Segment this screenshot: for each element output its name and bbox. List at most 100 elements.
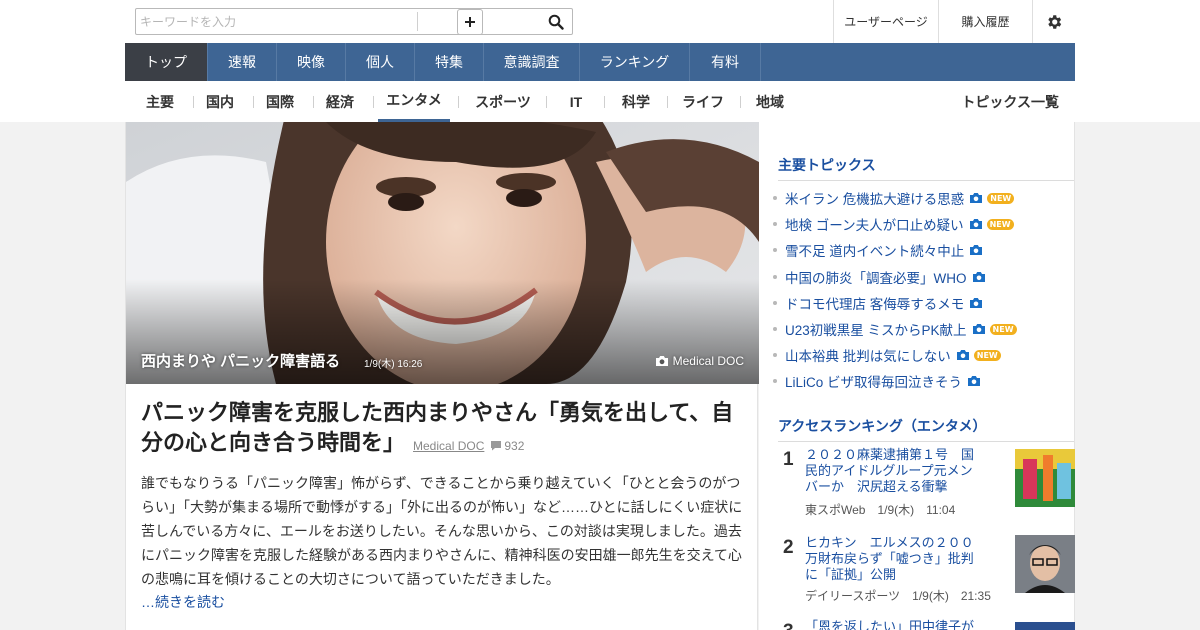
camera-icon bbox=[972, 271, 986, 283]
topic-item[interactable]: 雪不足 道内イベント続々中止 bbox=[773, 237, 1073, 263]
bullet-icon bbox=[773, 274, 777, 279]
category-it[interactable]: IT bbox=[556, 81, 596, 122]
category-international[interactable]: 国際 bbox=[262, 81, 298, 122]
camera-icon bbox=[956, 349, 970, 361]
camera-icon bbox=[969, 297, 983, 309]
category-divider bbox=[604, 96, 605, 108]
header-links: ユーザーページ 購入履歴 bbox=[833, 0, 1075, 43]
topic-label[interactable]: U23初戦黒星 ミスからPK献上 bbox=[785, 319, 967, 339]
purchase-history-link[interactable]: 購入履歴 bbox=[938, 0, 1032, 43]
hero-source: Medical DOC bbox=[655, 354, 744, 368]
category-divider bbox=[740, 96, 741, 108]
nav-breaking[interactable]: 速報 bbox=[208, 43, 277, 81]
topic-item[interactable]: U23初戦黒星 ミスからPK献上 NEW bbox=[773, 316, 1073, 342]
gear-icon bbox=[1048, 14, 1062, 29]
category-divider bbox=[313, 96, 314, 108]
bullet-icon bbox=[773, 248, 777, 253]
camera-icon bbox=[969, 244, 983, 256]
ranking-item[interactable]: 3 「恩を返したい」田中律子が難婚 bbox=[783, 619, 1075, 630]
search-icon bbox=[548, 14, 564, 30]
camera-icon bbox=[969, 192, 983, 204]
topic-item[interactable]: LiLiCo ビザ取得毎回泣きそう bbox=[773, 368, 1073, 394]
topic-label[interactable]: LiLiCo ビザ取得毎回泣きそう bbox=[785, 371, 962, 391]
nav-feature[interactable]: 特集 bbox=[415, 43, 484, 81]
bullet-icon bbox=[773, 222, 777, 227]
nav-top[interactable]: トップ bbox=[125, 43, 208, 81]
nav-ranking[interactable]: ランキング bbox=[580, 43, 690, 81]
bullet-icon bbox=[773, 300, 777, 305]
topics-list-link[interactable]: トピックス一覧 bbox=[961, 81, 1059, 122]
rank-number: 3 bbox=[783, 621, 794, 630]
category-divider bbox=[458, 96, 459, 108]
bullet-icon bbox=[773, 353, 777, 358]
category-major[interactable]: 主要 bbox=[142, 81, 178, 122]
ranking-heading[interactable]: アクセスランキング（エンタメ） bbox=[778, 416, 1074, 442]
nav-paid[interactable]: 有料 bbox=[690, 43, 761, 81]
category-sports[interactable]: スポーツ bbox=[468, 81, 538, 122]
topics-list: 米イラン 危機拡大避ける思惑 NEW 地検 ゴーン夫人が口止め疑い NEW 雪不… bbox=[773, 185, 1073, 395]
new-badge: NEW bbox=[987, 192, 1015, 204]
read-more-link[interactable]: …続きを読む bbox=[141, 592, 746, 612]
search-input[interactable] bbox=[140, 12, 416, 32]
camera-icon bbox=[967, 375, 981, 387]
sidebar: 主要トピックス 米イラン 危機拡大避ける思惑 NEW 地検 ゴーン夫人が口止め疑… bbox=[759, 122, 1075, 630]
category-life[interactable]: ライフ bbox=[677, 81, 729, 122]
topic-item[interactable]: ドコモ代理店 客侮辱するメモ bbox=[773, 290, 1073, 316]
category-divider bbox=[667, 96, 668, 108]
topic-label[interactable]: 地検 ゴーン夫人が口止め疑い bbox=[785, 214, 964, 234]
ranking-thumbnail[interactable] bbox=[1015, 535, 1075, 593]
ranking-thumbnail[interactable] bbox=[1015, 621, 1075, 630]
add-button[interactable] bbox=[457, 9, 483, 35]
comment-icon bbox=[491, 441, 502, 451]
article-source[interactable]: Medical DOC bbox=[413, 439, 484, 453]
nav-survey[interactable]: 意識調査 bbox=[484, 43, 580, 81]
plus-icon bbox=[465, 17, 475, 27]
camera-icon bbox=[969, 218, 983, 230]
topic-label[interactable]: 雪不足 道内イベント続々中止 bbox=[785, 240, 964, 260]
ranking-title[interactable]: ヒカキン エルメスの２００万財布戻らず「嘘つき」批判に「証拠」公開 bbox=[805, 535, 985, 583]
hero-source-label: Medical DOC bbox=[672, 354, 744, 368]
camera-icon bbox=[655, 356, 668, 366]
hero-image-link[interactable]: 西内まりや パニック障害語る 1/9(木) 16:26 Medical DOC bbox=[126, 122, 759, 384]
category-nav: 主要 国内 国際 経済 エンタメ スポーツ IT 科学 ライフ 地域 トピックス… bbox=[125, 81, 1075, 122]
ranking-meta: 東スポWeb 1/9(木) 11:04 bbox=[805, 503, 956, 517]
camera-icon bbox=[972, 323, 986, 335]
category-domestic[interactable]: 国内 bbox=[202, 81, 238, 122]
nav-video[interactable]: 映像 bbox=[277, 43, 346, 81]
comment-count[interactable]: 932 bbox=[490, 439, 524, 453]
new-badge: NEW bbox=[989, 323, 1017, 335]
ranking-title[interactable]: ２０２０麻薬逮捕第１号 国民的アイドルグループ元メンバーか 沢尻超える衝撃 bbox=[805, 447, 985, 495]
ranking-item[interactable]: 2 ヒカキン エルメスの２００万財布戻らず「嘘つき」批判に「証拠」公開 デイリー… bbox=[783, 535, 1075, 603]
ranking-item[interactable]: 1 ２０２０麻薬逮捕第１号 国民的アイドルグループ元メンバーか 沢尻超える衝撃 … bbox=[783, 447, 1075, 517]
article-title[interactable]: パニック障害を克服した西内まりやさん「勇気を出して、自分の心と向き合う時間を」 M… bbox=[141, 398, 746, 461]
search-box bbox=[135, 8, 573, 35]
topic-label[interactable]: ドコモ代理店 客侮辱するメモ bbox=[785, 293, 964, 313]
topic-item[interactable]: 地検 ゴーン夫人が口止め疑い NEW bbox=[773, 211, 1073, 237]
new-badge: NEW bbox=[986, 218, 1014, 230]
settings-button[interactable] bbox=[1032, 0, 1075, 43]
search-bar: ユーザーページ 購入履歴 bbox=[125, 0, 1075, 43]
nav-individual[interactable]: 個人 bbox=[346, 43, 415, 81]
category-economy[interactable]: 経済 bbox=[322, 81, 358, 122]
ranking-title[interactable]: 「恩を返したい」田中律子が難婚 bbox=[805, 619, 985, 630]
rank-number: 2 bbox=[783, 537, 794, 558]
article-summary: 誰でもなりうる「パニック障害」怖がらず、できることから乗り越えていく「ひとと会う… bbox=[141, 475, 743, 587]
topic-label[interactable]: 山本裕典 批判は気にしない bbox=[785, 345, 951, 365]
category-entertainment[interactable]: エンタメ bbox=[378, 81, 450, 122]
bullet-icon bbox=[773, 196, 777, 201]
topic-item[interactable]: 中国の肺炎「調査必要」WHO bbox=[773, 264, 1073, 290]
search-button[interactable] bbox=[540, 9, 572, 34]
topic-item[interactable]: 山本裕典 批判は気にしない NEW bbox=[773, 342, 1073, 368]
topic-item[interactable]: 米イラン 危機拡大避ける思惑 NEW bbox=[773, 185, 1073, 211]
user-page-link[interactable]: ユーザーページ bbox=[833, 0, 938, 43]
bullet-icon bbox=[773, 379, 777, 384]
topic-label[interactable]: 米イラン 危機拡大避ける思惑 bbox=[785, 188, 964, 208]
category-science[interactable]: 科学 bbox=[614, 81, 658, 122]
lead-article: パニック障害を克服した西内まりやさん「勇気を出して、自分の心と向き合う時間を」 M… bbox=[141, 398, 746, 612]
topic-label[interactable]: 中国の肺炎「調査必要」WHO bbox=[785, 267, 967, 287]
topics-heading[interactable]: 主要トピックス bbox=[778, 155, 1074, 181]
bullet-icon bbox=[773, 327, 777, 332]
category-divider bbox=[253, 96, 254, 108]
ranking-thumbnail[interactable] bbox=[1015, 449, 1075, 507]
category-local[interactable]: 地域 bbox=[750, 81, 790, 122]
